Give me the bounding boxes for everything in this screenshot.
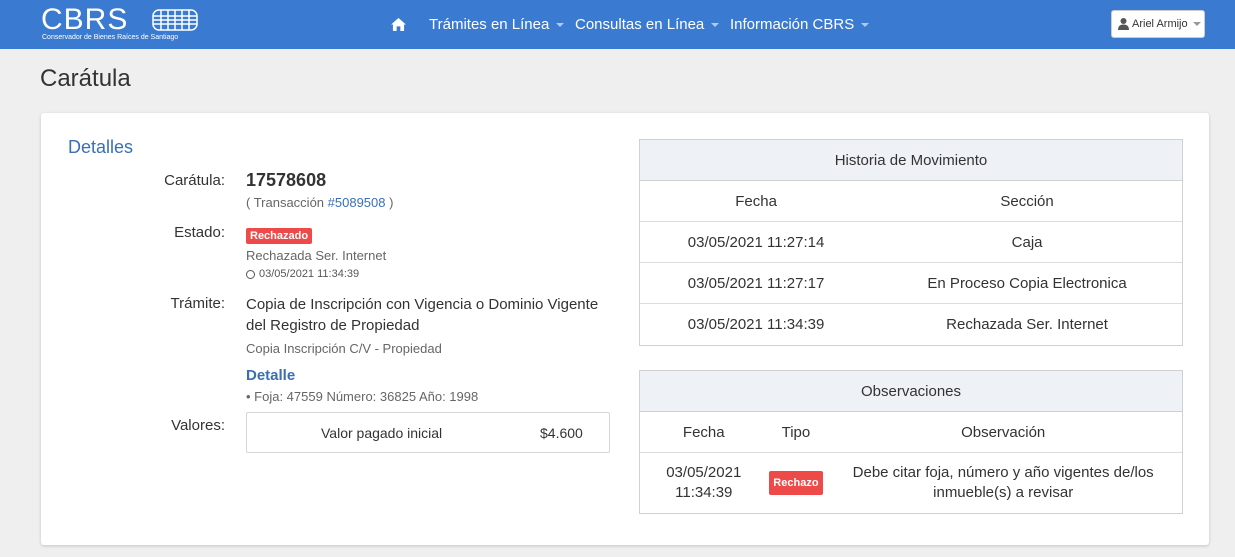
cbrs-logo[interactable]: CBRS Conservador de Bienes Raíces de San… xyxy=(41,3,201,44)
historia-fecha: 03/05/2021 11:27:17 xyxy=(687,274,825,292)
table-row: 03/05/2021 11:27:14 Caja xyxy=(640,222,1182,263)
historia-fecha: 03/05/2021 11:34:39 xyxy=(687,316,825,333)
page-title: Carátula xyxy=(40,65,131,92)
column-header: Tipo xyxy=(781,423,811,441)
home-icon xyxy=(391,18,406,31)
caratula-value: 17578608 ( Transacción #5089508 ) xyxy=(246,170,393,210)
detalle-heading: Detalle xyxy=(246,367,296,384)
observacion-fecha-time: 11:34:39 xyxy=(675,484,733,501)
column-header: Observación xyxy=(961,423,1046,441)
menu-informacion-label: Información CBRS xyxy=(730,16,855,33)
menu-consultas-label: Consultas en Línea xyxy=(575,16,705,33)
user-name: Ariel Armijo xyxy=(1132,18,1188,30)
observaciones-title: Observaciones xyxy=(640,371,1182,412)
estado-value: Rechazado Rechazada Ser. Internet 03/05/… xyxy=(246,226,386,280)
detalle-text: • Foja: 47559 Número: 36825 Año: 1998 xyxy=(246,389,479,404)
column-header: Sección xyxy=(1000,192,1054,210)
tramite-title: Copia de Inscripción con Vigencia o Domi… xyxy=(246,296,599,334)
valores-label: Valores: xyxy=(171,417,225,434)
details-card: Detalles Carátula: 17578608 ( Transacció… xyxy=(41,113,1209,545)
tramite-value: Copia de Inscripción con Vigencia o Domi… xyxy=(246,294,616,404)
home-link[interactable] xyxy=(391,0,406,49)
chevron-down-icon xyxy=(1192,22,1201,26)
observacion-line2: inmueble(s) a revisar xyxy=(933,484,1074,501)
transaccion-prefix: ( Transacción xyxy=(246,195,328,210)
logo-grid-icon xyxy=(152,9,198,31)
transaccion-link[interactable]: #5089508 xyxy=(328,195,386,210)
estado-time-row: 03/05/2021 11:34:39 xyxy=(246,268,386,280)
user-icon xyxy=(1118,18,1129,30)
estado-detail: Rechazada Ser. Internet xyxy=(246,248,387,263)
tramite-label: Trámite: xyxy=(170,295,225,312)
status-badge: Rechazado xyxy=(246,228,313,244)
tramite-sub: Copia Inscripción C/V - Propiedad xyxy=(246,341,442,356)
column-header: Fecha xyxy=(682,423,725,441)
table-row: 03/05/2021 11:34:39 Rechazada Ser. Inter… xyxy=(640,304,1182,345)
transaccion-line: ( Transacción #5089508 ) xyxy=(246,195,393,210)
menu-informacion[interactable]: Información CBRS xyxy=(730,0,870,49)
user-menu-button[interactable]: Ariel Armijo xyxy=(1111,10,1205,38)
menu-consultas[interactable]: Consultas en Línea xyxy=(575,0,720,49)
caratula-number: 17578608 xyxy=(246,170,327,190)
estado-label: Estado: xyxy=(174,224,225,241)
chevron-down-icon xyxy=(556,22,565,27)
valores-box: Valor pagado inicial $4.600 xyxy=(246,412,610,453)
observacion-fecha: 03/05/2021 11:34:39 xyxy=(640,463,768,503)
caratula-label: Carátula: xyxy=(164,172,225,189)
historia-seccion: En Proceso Copia Electronica xyxy=(927,274,1127,292)
historia-table: Historia de Movimiento Fecha Sección 03/… xyxy=(639,139,1183,346)
table-header-row: Fecha Sección xyxy=(640,181,1182,222)
transaccion-suffix: ) xyxy=(385,195,394,210)
estado-time: 03/05/2021 11:34:39 xyxy=(259,268,360,280)
historia-seccion: Rechazada Ser. Internet xyxy=(946,316,1108,333)
column-header: Fecha xyxy=(735,192,777,210)
chevron-down-icon xyxy=(711,22,720,27)
observaciones-table: Observaciones Fecha Tipo Observación 03/… xyxy=(639,370,1183,514)
valor-name: Valor pagado inicial xyxy=(321,425,443,441)
table-row: 03/05/2021 11:27:17 En Proceso Copia Ele… xyxy=(640,263,1182,304)
historia-title: Historia de Movimiento xyxy=(640,140,1182,181)
chevron-down-icon xyxy=(861,22,870,27)
table-row: 03/05/2021 11:34:39 Rechazo Debe citar f… xyxy=(640,453,1182,513)
valor-amount: $4.600 xyxy=(540,425,583,441)
historia-seccion: Caja xyxy=(1011,233,1043,251)
menu-tramites-label: Trámites en Línea xyxy=(429,16,550,33)
tipo-badge: Rechazo xyxy=(769,471,823,495)
logo-text: CBRS xyxy=(41,3,129,36)
logo-subtitle: Conservador de Bienes Raíces de Santiago xyxy=(42,34,179,41)
historia-fecha: 03/05/2021 11:27:14 xyxy=(687,233,825,251)
observacion-line1: Debe citar foja, número y año vigentes d… xyxy=(852,464,1154,481)
menu-tramites[interactable]: Trámites en Línea xyxy=(429,0,565,49)
navbar: CBRS Conservador de Bienes Raíces de San… xyxy=(0,0,1235,49)
section-title: Detalles xyxy=(68,137,134,157)
observacion-tipo: Rechazo xyxy=(768,471,825,495)
table-header-row: Fecha Tipo Observación xyxy=(640,412,1182,453)
observacion-fecha-date: 03/05/2021 xyxy=(666,464,742,481)
observacion-texto: Debe citar foja, número y año vigentes d… xyxy=(824,463,1182,503)
clock-icon xyxy=(246,269,255,279)
